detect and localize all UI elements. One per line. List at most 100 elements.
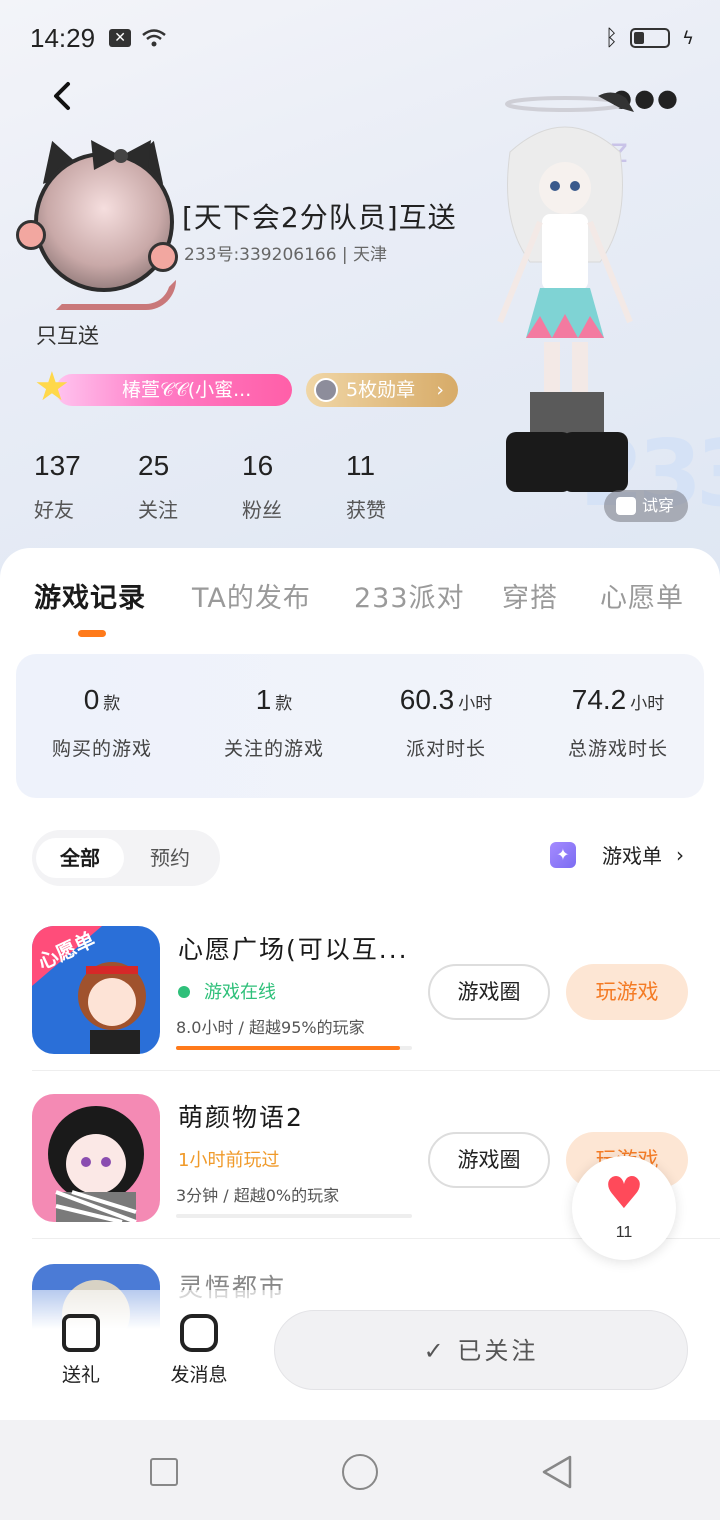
star-icon: ★ <box>34 364 70 410</box>
profile-stats: 137 好友 25 关注 16 粉丝 11 获赞 <box>30 450 446 523</box>
playtime-progress <box>176 1046 412 1050</box>
try-on-label: 试穿 <box>642 496 675 515</box>
summary-unit: 小时 <box>630 694 665 714</box>
paw-decoration <box>16 220 46 250</box>
stat-label: 好友 <box>34 498 74 522</box>
active-tab-indicator <box>78 630 106 637</box>
summary-unit: 款 <box>103 694 121 714</box>
play-game-button[interactable]: 玩游戏 <box>566 964 688 1020</box>
summary-value: 0 <box>83 684 100 715</box>
like-count: 11 <box>615 1224 633 1241</box>
gift-button[interactable]: 送礼 <box>36 1314 126 1387</box>
title-badge-label: 椿萱𝒞𝒞(小蜜... <box>122 379 252 401</box>
divider <box>32 1070 720 1071</box>
back-arrow-icon[interactable] <box>46 78 82 114</box>
charging-icon: ϟ <box>682 27 694 49</box>
stat-label: 粉丝 <box>242 498 282 522</box>
gift-icon <box>62 1314 100 1352</box>
summary-party-time: 60.3 小时 派对时长 <box>360 684 532 761</box>
stat-number: 25 <box>138 450 170 481</box>
profile-header: 233 14:29 ✕ ᛒ ϟ ●●● [天下会2分队员]互送 233 <box>0 0 720 580</box>
followed-label: 已关注 <box>457 1337 539 1365</box>
tab-posts[interactable]: TA的发布 <box>192 576 311 615</box>
wifi-icon <box>142 29 166 47</box>
followed-button[interactable]: ✓ 已关注 <box>274 1310 688 1390</box>
stat-likes[interactable]: 11 获赞 <box>342 450 446 523</box>
sparkle-icon: ✦ <box>550 841 576 868</box>
status-time: 14:29 <box>30 22 96 53</box>
tab-wishlist[interactable]: 心愿单 <box>600 576 684 615</box>
tab-233-party[interactable]: 233派对 <box>354 576 465 615</box>
notification-icon: ✕ <box>109 29 132 47</box>
game-playtime: 8.0小时 / 超越95%的玩家 <box>176 1018 365 1037</box>
filter-all[interactable]: 全部 <box>36 838 124 878</box>
list-item[interactable]: 心愿单 心愿广场(可以互... 游戏在线 8.0小时 / 超越95%的玩家 游戏… <box>0 926 720 1094</box>
stat-number: 16 <box>242 450 274 481</box>
paw-decoration <box>148 242 178 272</box>
back-triangle-icon[interactable] <box>540 1454 574 1490</box>
playtime-progress-fill <box>176 1046 401 1050</box>
profile-tabs: 游戏记录 TA的发布 233派对 穿搭 心愿单 <box>0 576 720 637</box>
try-on-button[interactable]: 试穿 <box>604 490 688 522</box>
summary-value: 74.2 <box>571 684 627 715</box>
game-list-link[interactable]: ✦ 游戏单 › <box>550 840 684 869</box>
stat-number: 11 <box>346 450 376 481</box>
chevron-right-icon: › <box>436 379 444 401</box>
heart-icon: ♥ <box>604 1168 644 1219</box>
game-list-label: 游戏单 <box>602 844 662 868</box>
tail-decoration <box>56 280 176 310</box>
summary-total-time: 74.2 小时 总游戏时长 <box>532 684 704 761</box>
stat-number: 137 <box>34 450 81 481</box>
game-status: 游戏在线 <box>178 978 276 1004</box>
summary-label: 派对时长 <box>405 738 486 760</box>
system-nav-bar <box>0 1420 720 1520</box>
like-button[interactable]: ♥ 11 <box>572 1156 676 1260</box>
tab-outfits[interactable]: 穿搭 <box>502 576 558 615</box>
home-icon[interactable] <box>342 1454 378 1490</box>
game-circle-button[interactable]: 游戏圈 <box>428 964 550 1020</box>
battery-icon <box>630 28 671 48</box>
check-icon: ✓ <box>423 1337 458 1365</box>
summary-value: 60.3 <box>399 684 455 715</box>
game-title: 心愿广场(可以互... <box>178 935 409 964</box>
stat-label: 关注 <box>138 498 178 522</box>
game-circle-button[interactable]: 游戏圈 <box>428 1132 550 1188</box>
summary-unit: 小时 <box>458 694 493 714</box>
avatar-character[interactable]: z <box>480 92 650 512</box>
summary-value: 1 <box>255 684 272 715</box>
stat-friends[interactable]: 137 好友 <box>30 450 134 523</box>
medal-button[interactable]: 5枚勋章 › <box>306 373 458 407</box>
game-filter: 全部 预约 <box>32 830 220 886</box>
summary-purchased: 0款 购买的游戏 <box>16 684 188 761</box>
online-dot-icon <box>178 986 190 998</box>
summary-label: 关注的游戏 <box>223 738 324 760</box>
bottom-action-bar: 送礼 发消息 ✓ 已关注 <box>0 1290 720 1420</box>
avatar[interactable] <box>16 134 178 310</box>
user-bio: 只互送 <box>36 324 99 348</box>
filter-reserve[interactable]: 预约 <box>150 838 190 878</box>
chevron-right-icon: › <box>676 842 684 867</box>
stat-fans[interactable]: 16 粉丝 <box>238 450 342 523</box>
game-status-label: 1小时前玩过 <box>178 1150 280 1171</box>
game-icon: 心愿单 <box>32 926 160 1054</box>
bluetooth-icon: ᛒ <box>604 25 619 51</box>
chat-bubble-icon <box>180 1314 218 1352</box>
playtime-progress <box>176 1214 412 1218</box>
game-summary-card: 0款 购买的游戏 1款 关注的游戏 60.3 小时 派对时长 74.2 小时 总游戏… <box>16 654 704 798</box>
game-status-label: 游戏在线 <box>204 982 276 1003</box>
recent-apps-icon[interactable] <box>150 1458 178 1486</box>
summary-followed: 1款 关注的游戏 <box>188 684 360 761</box>
summary-label: 购买的游戏 <box>51 738 152 760</box>
user-id-location: 233号:339206166 | 天津 <box>184 245 388 265</box>
game-playtime: 3分钟 / 超越0%的玩家 <box>176 1186 340 1205</box>
stat-following[interactable]: 25 关注 <box>134 450 238 523</box>
username: [天下会2分队员]互送 <box>182 201 457 234</box>
tab-game-records[interactable]: 游戏记录 <box>34 576 146 615</box>
medal-label: 5枚勋章 <box>346 379 416 401</box>
gift-label: 送礼 <box>61 1364 100 1386</box>
message-button[interactable]: 发消息 <box>154 1314 244 1387</box>
bow-decoration <box>91 140 151 170</box>
message-label: 发消息 <box>170 1364 228 1386</box>
game-icon <box>32 1094 160 1222</box>
status-bar: 14:29 ✕ ᛒ ϟ <box>30 18 694 58</box>
